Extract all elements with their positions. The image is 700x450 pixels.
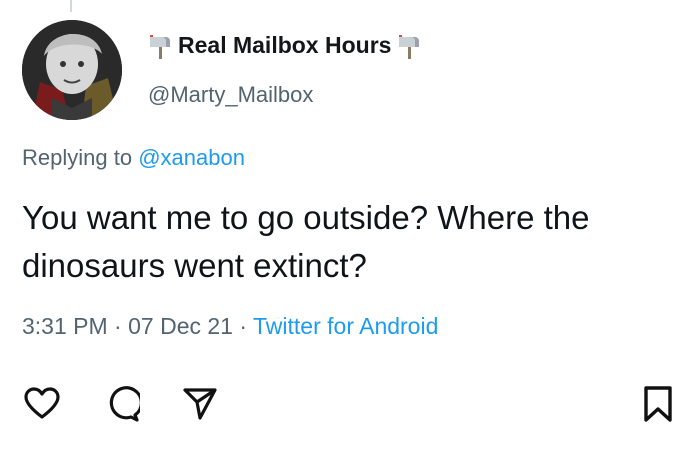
action-bar xyxy=(20,384,680,424)
tweet-meta: 3:31 PM · 07 Dec 21 · Twitter for Androi… xyxy=(22,313,438,340)
replying-to-mention[interactable]: @xanabon xyxy=(138,145,245,170)
comment-button[interactable] xyxy=(102,384,142,424)
replying-prefix: Replying to xyxy=(22,145,133,170)
display-name-row[interactable]: Real Mailbox Hours xyxy=(146,32,423,59)
share-button[interactable] xyxy=(180,384,220,424)
avatar-image xyxy=(22,20,122,120)
mailbox-icon xyxy=(146,33,174,59)
bookmark-icon xyxy=(644,386,672,422)
meta-separator: · xyxy=(239,313,248,339)
tweet-source[interactable]: Twitter for Android xyxy=(253,313,438,339)
meta-separator: · xyxy=(114,313,122,339)
tweet-time[interactable]: 3:31 PM xyxy=(22,313,108,339)
replying-to-line: Replying to @xanabon xyxy=(22,145,245,171)
save-button[interactable] xyxy=(638,384,678,424)
heart-icon xyxy=(24,387,60,419)
tweet-date[interactable]: 07 Dec 21 xyxy=(128,313,233,339)
like-button[interactable] xyxy=(22,384,62,424)
mailbox-icon xyxy=(395,33,423,59)
display-name: Real Mailbox Hours xyxy=(178,32,392,58)
thread-connector-line xyxy=(70,0,72,12)
user-handle[interactable]: @Marty_Mailbox xyxy=(148,82,313,108)
avatar[interactable] xyxy=(22,20,122,120)
speech-bubble-icon xyxy=(109,386,140,422)
paper-plane-icon xyxy=(183,388,217,420)
tweet-text: You want me to go outside? Where the din… xyxy=(22,199,590,284)
